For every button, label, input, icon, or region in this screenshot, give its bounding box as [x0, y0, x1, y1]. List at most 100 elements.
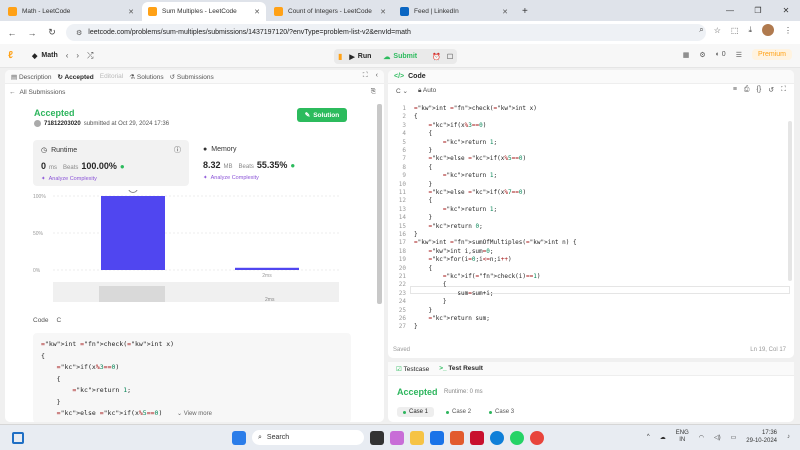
- edge-icon[interactable]: [490, 430, 504, 445]
- streak-fire-icon[interactable]: ◐ 0: [716, 51, 726, 58]
- code-line[interactable]: sum=sum+i;: [414, 290, 493, 298]
- profile-avatar[interactable]: [762, 24, 774, 36]
- case-tab-1[interactable]: Case 1: [397, 407, 435, 417]
- reload-icon[interactable]: ↻: [44, 27, 60, 38]
- premium-button[interactable]: Premium: [751, 49, 792, 60]
- all-submissions-link[interactable]: ← All Submissions ⎘: [5, 84, 384, 100]
- code-line[interactable]: ="kw">int ="fn">check(="kw">int x): [414, 105, 537, 113]
- back-arrow-icon[interactable]: ←: [4, 28, 20, 38]
- close-icon[interactable]: ✕: [502, 8, 508, 16]
- case-tab-3[interactable]: Case 3: [483, 407, 520, 417]
- store-icon[interactable]: [430, 430, 444, 445]
- layout-icon[interactable]: ▦: [683, 51, 690, 59]
- bookmark-icon[interactable]: ☐: [447, 53, 453, 61]
- browser-tab-count-integers[interactable]: Count of Integers - LeetCode ✕: [268, 2, 392, 21]
- code-line[interactable]: {: [414, 130, 432, 138]
- tab-submissions[interactable]: ↺ Submissions: [170, 73, 214, 81]
- new-tab-button[interactable]: +: [516, 2, 534, 21]
- auto-mode[interactable]: 🔒︎ Auto: [418, 87, 436, 95]
- code-line[interactable]: ="kc">for(i=0;i<=n;i++): [414, 256, 511, 264]
- code-line[interactable]: {: [414, 113, 418, 121]
- code-line[interactable]: }: [414, 307, 432, 315]
- mcafee-icon[interactable]: [470, 430, 484, 445]
- leetcode-logo-icon[interactable]: ℓ: [8, 50, 18, 62]
- settings-gear-icon[interactable]: ⚙: [699, 51, 705, 59]
- submit-button[interactable]: ☁ Submit: [378, 49, 422, 64]
- code-line[interactable]: }: [414, 231, 418, 239]
- fullscreen-icon[interactable]: ⛶: [781, 86, 786, 94]
- distribution-bar[interactable]: [235, 267, 299, 270]
- maximize-icon[interactable]: ⛶: [363, 72, 368, 80]
- code-line[interactable]: ="kc">if(="fn">check(i)==1): [414, 273, 541, 281]
- problem-list-button[interactable]: ◆ Math: [32, 52, 58, 60]
- close-icon[interactable]: ✕: [128, 8, 134, 16]
- tab-test-result[interactable]: >_ Test Result: [439, 365, 483, 372]
- range-selector[interactable]: [53, 282, 339, 302]
- format-icon[interactable]: ≡: [733, 86, 737, 94]
- zoom-icon[interactable]: ⌕: [699, 25, 703, 35]
- code-line[interactable]: {: [414, 281, 447, 289]
- share-link-icon[interactable]: ⎘: [371, 88, 376, 96]
- code-line[interactable]: ="kc">return 0;: [414, 223, 482, 231]
- code-line[interactable]: ="kw">int ="fn">sumOfMultiples(="kw">int…: [414, 239, 577, 247]
- bookmark-star-icon[interactable]: ☆: [714, 26, 721, 35]
- tab-editorial[interactable]: Editorial: [100, 73, 123, 80]
- cloud-icon[interactable]: ☁: [660, 434, 666, 441]
- restore-icon[interactable]: ❐: [744, 0, 772, 21]
- code-line[interactable]: ="kc">else ="kc">if(x%5==0): [414, 155, 526, 163]
- username[interactable]: 71812203020: [44, 121, 81, 127]
- code-line[interactable]: {: [414, 197, 432, 205]
- left-scrollbar[interactable]: [377, 104, 382, 304]
- solution-button[interactable]: ✎ Solution: [297, 108, 347, 122]
- code-line[interactable]: ="kw">int i,sum=0;: [414, 248, 493, 256]
- close-icon[interactable]: ✕: [380, 8, 386, 16]
- copilot-icon[interactable]: [390, 430, 404, 445]
- code-line[interactable]: ="kc">return 1;: [414, 206, 497, 214]
- code-line[interactable]: {: [414, 265, 432, 273]
- code-line[interactable]: }: [414, 323, 418, 331]
- windows-start-icon[interactable]: [232, 430, 246, 445]
- forward-arrow-icon[interactable]: →: [24, 28, 40, 38]
- close-window-icon[interactable]: ✕: [772, 0, 800, 21]
- memory-card[interactable]: ● Memory 8.32 MB Beats 55.35% ● ✦ Analyze …: [195, 140, 345, 186]
- reset-icon[interactable]: ↺: [768, 86, 774, 94]
- shuffle-icon[interactable]: ⤮: [87, 51, 93, 61]
- wifi-icon[interactable]: ◠: [699, 434, 704, 441]
- download-icon[interactable]: ⤓: [748, 25, 752, 35]
- code-line[interactable]: ="kc">return 1;: [414, 172, 497, 180]
- taskbar-search[interactable]: ⌕ Search: [252, 430, 364, 445]
- volume-icon[interactable]: ◁): [714, 434, 721, 441]
- collapse-icon[interactable]: ‹: [376, 72, 378, 80]
- code-line[interactable]: ="kc">else ="kc">if(x%7==0): [414, 189, 526, 197]
- tab-description[interactable]: ▤ Description: [11, 73, 51, 81]
- office-icon[interactable]: [450, 430, 464, 445]
- url-bar[interactable]: ⚙ leetcode.com/problems/sum-multiples/su…: [66, 24, 706, 41]
- language-indicator[interactable]: ENG IN: [676, 430, 689, 444]
- chevron-left-icon[interactable]: ‹: [66, 51, 69, 60]
- code-line[interactable]: }: [414, 298, 447, 306]
- notifications-icon[interactable]: ☰: [736, 51, 742, 59]
- file-explorer-icon[interactable]: [410, 430, 424, 445]
- site-info-icon[interactable]: ⚙: [76, 29, 82, 37]
- code-line[interactable]: }: [414, 214, 432, 222]
- notes-icon[interactable]: ⏰: [432, 53, 441, 61]
- language-select[interactable]: C ⌄: [396, 87, 408, 95]
- code-line[interactable]: }: [414, 147, 432, 155]
- chevron-up-icon[interactable]: ^: [647, 434, 650, 440]
- case-tab-2[interactable]: Case 2: [440, 407, 477, 417]
- tab-testcase[interactable]: ☑ Testcase: [396, 365, 429, 373]
- browser-tab-linkedin[interactable]: Feed | LinkedIn ✕: [394, 2, 514, 21]
- tab-accepted[interactable]: ↻ Accepted: [57, 73, 93, 81]
- code-line[interactable]: {: [414, 164, 432, 172]
- runtime-card[interactable]: ◷ Runtime ⓘ 0 ms Beats 100.00% ● ✦ Analyze …: [33, 140, 189, 186]
- brackets-icon[interactable]: {}: [757, 86, 762, 94]
- widgets-icon[interactable]: [12, 432, 24, 444]
- whatsapp-icon[interactable]: [510, 430, 524, 445]
- browser-tab-math[interactable]: Math - LeetCode ✕: [2, 2, 140, 21]
- menu-dots-icon[interactable]: ⋮: [784, 26, 792, 35]
- debug-icon[interactable]: ▮: [338, 52, 342, 61]
- distribution-bar[interactable]: [101, 196, 165, 270]
- extensions-icon[interactable]: ⬚: [731, 26, 739, 35]
- analyze-complexity-runtime[interactable]: ✦ Analyze Complexity: [41, 176, 181, 182]
- bookmark-icon[interactable]: ⎙: [744, 86, 750, 94]
